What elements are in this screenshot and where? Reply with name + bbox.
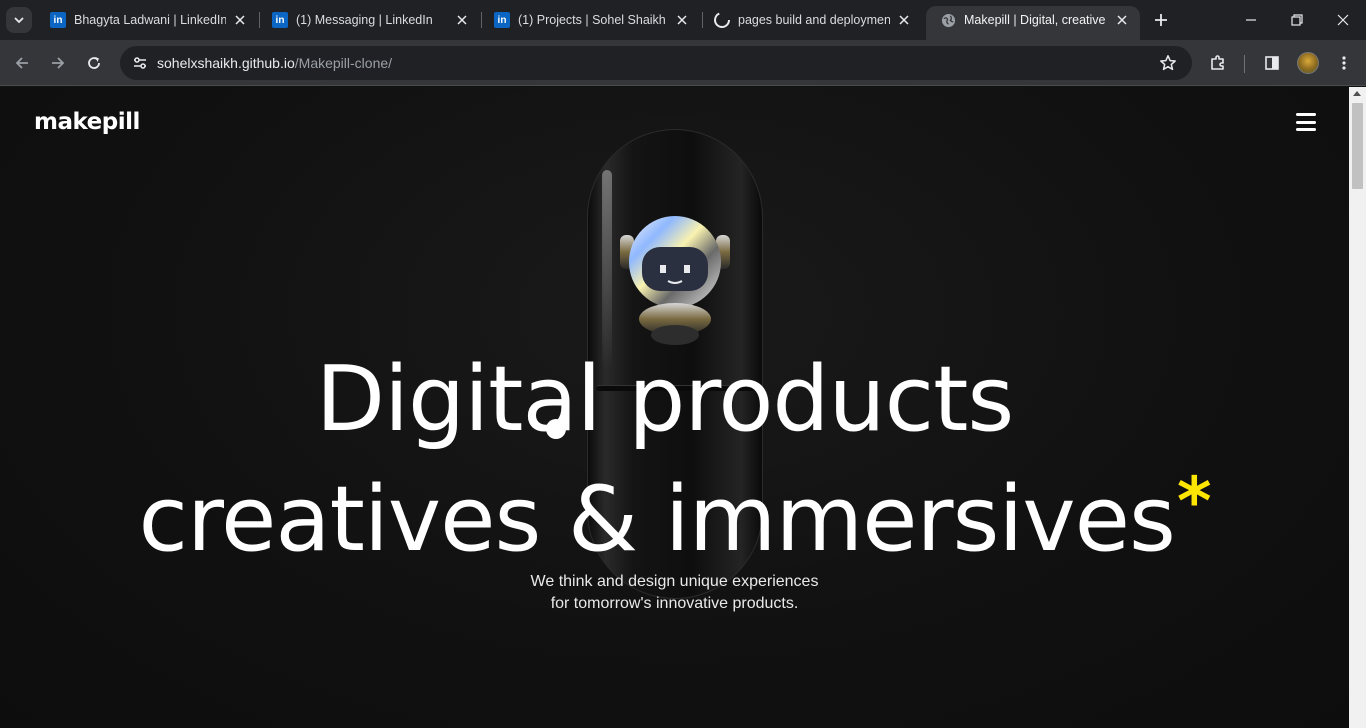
minimize-icon	[1246, 19, 1256, 21]
page-scrollbar[interactable]	[1349, 87, 1366, 728]
github-icon	[714, 12, 730, 28]
hero-subtitle-line2: for tomorrow's innovative products.	[550, 595, 799, 612]
close-icon[interactable]	[454, 12, 470, 28]
globe-icon	[940, 12, 956, 28]
address-bar[interactable]: sohelxshaikh.github.io/Makepill-clone/	[120, 46, 1192, 80]
tune-icon	[134, 57, 146, 69]
hamburger-menu-button[interactable]	[1296, 113, 1316, 131]
hero-subtitle: We think and design unique experiences f…	[0, 571, 1349, 615]
star-icon	[1160, 55, 1176, 71]
forward-button[interactable]	[44, 49, 72, 77]
browser-menu-button[interactable]	[1330, 49, 1358, 77]
arrow-right-icon	[52, 57, 65, 69]
tab-projects-linkedin[interactable]: in (1) Projects | Sohel Shaikh | L	[480, 6, 700, 34]
robot-mascot-image	[620, 216, 730, 345]
site-logo[interactable]: makepill	[34, 109, 140, 135]
site-info-button[interactable]	[128, 51, 152, 75]
side-panel-icon	[1265, 56, 1279, 70]
tab-title: (1) Messaging | LinkedIn	[296, 13, 433, 27]
profile-avatar[interactable]	[1297, 52, 1319, 74]
linkedin-icon: in	[272, 12, 288, 28]
side-panel-button[interactable]	[1258, 49, 1286, 77]
tab-title: Makepill | Digital, creative &	[964, 13, 1108, 27]
plus-icon	[1155, 14, 1167, 26]
hero-subtitle-line1: We think and design unique experiences	[530, 573, 819, 590]
tab-title: pages build and deployment	[738, 13, 890, 27]
tab-title: (1) Projects | Sohel Shaikh | L	[518, 13, 668, 27]
reload-icon	[88, 57, 100, 69]
window-close-button[interactable]	[1320, 0, 1366, 40]
scroll-up-arrow[interactable]	[1353, 91, 1361, 96]
tab-search-button[interactable]	[6, 7, 32, 33]
minimize-button[interactable]	[1228, 0, 1274, 40]
restore-icon	[1291, 14, 1303, 26]
reload-button[interactable]	[80, 49, 108, 77]
browser-toolbar: sohelxshaikh.github.io/Makepill-clone/	[0, 40, 1366, 86]
bookmark-button[interactable]	[1158, 53, 1178, 73]
close-icon[interactable]	[1114, 12, 1130, 28]
tab-title: Bhagyta Ladwani | LinkedIn	[74, 13, 226, 27]
url-path: /Makepill-clone/	[294, 55, 393, 71]
page-viewport: makepill Digital products creatives & im…	[0, 87, 1349, 728]
url-host: sohelxshaikh.github.io	[157, 55, 295, 71]
back-button[interactable]	[8, 49, 36, 77]
more-vertical-icon	[1342, 56, 1346, 70]
toolbar-divider	[1244, 55, 1245, 73]
tab-pages-build[interactable]: pages build and deployment	[700, 6, 922, 34]
extensions-button[interactable]	[1204, 49, 1232, 77]
hamburger-line	[1296, 120, 1316, 124]
new-tab-button[interactable]	[1150, 9, 1172, 31]
scrollbar-thumb[interactable]	[1352, 103, 1363, 189]
linkedin-icon: in	[50, 12, 66, 28]
chevron-down-icon	[14, 17, 24, 24]
puzzle-icon	[1211, 55, 1224, 70]
hero-headline-line1: Digital products	[315, 347, 1015, 452]
custom-cursor	[546, 419, 566, 439]
restore-button[interactable]	[1274, 0, 1320, 40]
tab-makepill[interactable]: Makepill | Digital, creative &	[926, 6, 1140, 40]
tab-messaging-linkedin[interactable]: in (1) Messaging | LinkedIn	[258, 6, 480, 34]
hamburger-line	[1296, 128, 1316, 131]
url-text: sohelxshaikh.github.io/Makepill-clone/	[157, 55, 392, 71]
hero-headline-text: creatives & immersives	[138, 467, 1176, 572]
hamburger-line	[1296, 113, 1316, 116]
linkedin-icon: in	[494, 12, 510, 28]
tab-strip: in Bhagyta Ladwani | LinkedIn in (1) Mes…	[0, 0, 1366, 40]
arrow-left-icon	[15, 57, 28, 69]
close-icon	[1337, 14, 1349, 26]
hero-headline-line2: creatives & immersives*	[0, 469, 1349, 565]
asterisk-accent: *	[1176, 463, 1212, 540]
close-icon[interactable]	[674, 12, 690, 28]
tab-bhagyta-linkedin[interactable]: in Bhagyta Ladwani | LinkedIn	[36, 6, 258, 34]
close-icon[interactable]	[232, 12, 248, 28]
close-icon[interactable]	[896, 12, 912, 28]
